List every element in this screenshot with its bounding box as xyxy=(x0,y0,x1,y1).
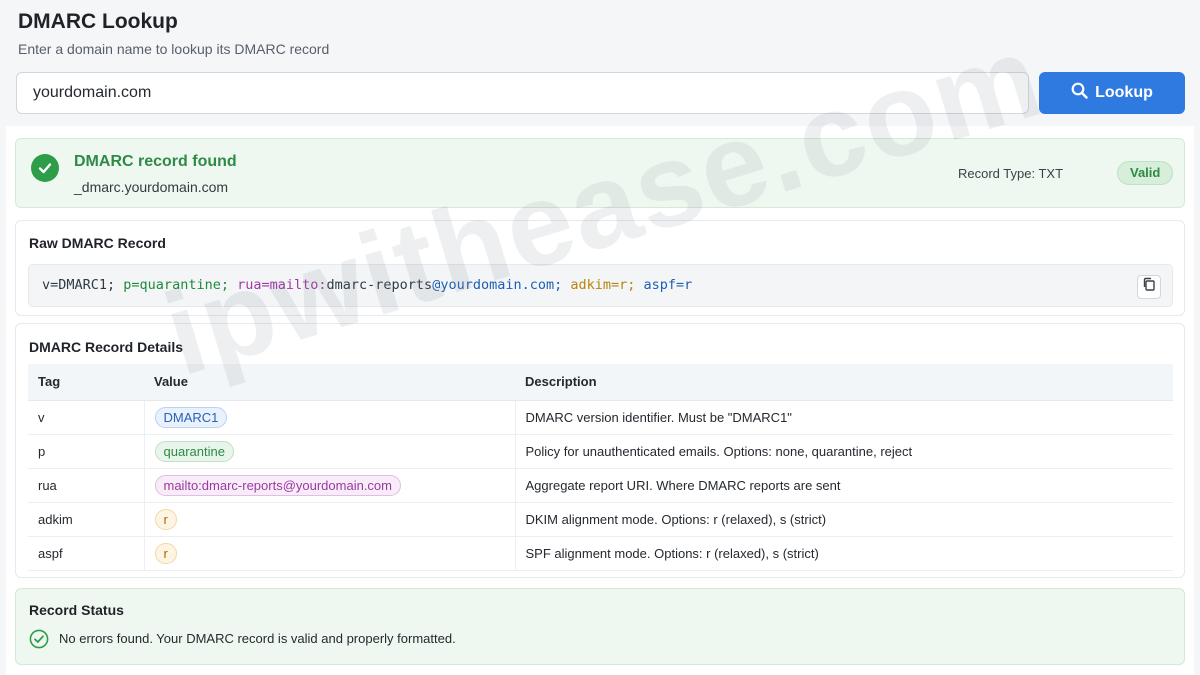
row-description: SPF alignment mode. Options: r (relaxed)… xyxy=(515,536,1173,571)
row-description: DKIM alignment mode. Options: r (relaxed… xyxy=(515,502,1173,537)
raw-token-aspf: aspf=r xyxy=(643,277,693,293)
record-details-card: DMARC Record Details Tag Value Descripti… xyxy=(15,323,1185,578)
lookup-button-label: Lookup xyxy=(1095,84,1153,101)
raw-token-rua-domain: @yourdomain.com; xyxy=(432,277,563,293)
value-pill: r xyxy=(154,508,177,530)
table-row: p quarantine Policy for unauthenticated … xyxy=(28,434,1173,469)
row-tag: aspf xyxy=(28,536,145,571)
raw-record-text[interactable]: v=DMARC1; p=quarantine; rua=mailto:dmarc… xyxy=(28,264,1173,307)
header-tag: Tag xyxy=(28,364,144,401)
status-badge: Valid xyxy=(1117,161,1174,185)
raw-token-v: v=DMARC1; xyxy=(42,277,116,293)
raw-record-card: Raw DMARC Record v=DMARC1; p=quarantine;… xyxy=(15,220,1185,316)
result-domain: _dmarc.yourdomain.com xyxy=(74,179,229,195)
table-row: v DMARC1 DMARC version identifier. Must … xyxy=(28,400,1173,435)
details-table: Tag Value Description v DMARC1 DMARC ver… xyxy=(28,364,1173,571)
copy-icon xyxy=(1142,267,1156,308)
lookup-button[interactable]: Lookup xyxy=(1039,72,1185,114)
check-circle-outline-icon xyxy=(29,629,49,654)
result-summary-card: DMARC record found _dmarc.yourdomain.com… xyxy=(15,138,1185,208)
value-pill: r xyxy=(154,542,177,564)
raw-token-rua-local: dmarc-reports xyxy=(326,277,433,293)
details-title: DMARC Record Details xyxy=(29,339,184,355)
row-description: DMARC version identifier. Must be "DMARC… xyxy=(515,400,1173,435)
page: DMARC Lookup Enter a domain name to look… xyxy=(0,0,1200,675)
table-header-row: Tag Value Description xyxy=(28,364,1173,401)
row-value-cell: mailto:dmarc-reports@yourdomain.com xyxy=(144,468,516,503)
status-message: No errors found. Your DMARC record is va… xyxy=(59,631,456,646)
domain-input[interactable] xyxy=(16,72,1029,114)
row-value-cell: DMARC1 xyxy=(144,400,516,435)
search-icon xyxy=(1071,82,1088,104)
header-value: Value xyxy=(144,364,515,401)
table-row: adkim r DKIM alignment mode. Options: r … xyxy=(28,502,1173,537)
value-pill: quarantine xyxy=(154,440,234,462)
raw-record-title: Raw DMARC Record xyxy=(29,235,166,251)
record-type-label: Record Type: TXT xyxy=(958,166,1064,181)
row-tag: rua xyxy=(28,468,145,503)
record-status-card: Record Status No errors found. Your DMAR… xyxy=(15,588,1185,665)
row-tag: p xyxy=(28,434,145,469)
value-pill: DMARC1 xyxy=(154,406,228,428)
row-description: Policy for unauthenticated emails. Optio… xyxy=(515,434,1173,469)
row-tag: adkim xyxy=(28,502,145,537)
row-tag: v xyxy=(28,400,145,435)
row-value-cell: r xyxy=(144,502,516,537)
copy-button[interactable] xyxy=(1137,275,1161,299)
row-value-cell: quarantine xyxy=(144,434,516,469)
raw-token-p: p=quarantine; xyxy=(123,277,229,293)
header-description: Description xyxy=(515,364,1173,401)
table-row: rua mailto:dmarc-reports@yourdomain.com … xyxy=(28,468,1173,503)
page-header: DMARC Lookup Enter a domain name to look… xyxy=(18,10,329,57)
raw-token-adkim: adkim=r; xyxy=(570,277,636,293)
row-value-cell: r xyxy=(144,536,516,571)
result-title: DMARC record found xyxy=(74,153,237,170)
search-row: Lookup xyxy=(16,72,1186,115)
check-circle-icon xyxy=(31,154,59,182)
value-pill: mailto:dmarc-reports@yourdomain.com xyxy=(154,474,401,496)
page-subtitle: Enter a domain name to lookup its DMARC … xyxy=(18,41,330,57)
page-title: DMARC Lookup xyxy=(18,10,178,33)
raw-token-rua-key: rua=mailto: xyxy=(237,277,327,293)
row-description: Aggregate report URI. Where DMARC report… xyxy=(515,468,1173,503)
table-row: aspf r SPF alignment mode. Options: r (r… xyxy=(28,536,1173,571)
status-title: Record Status xyxy=(29,602,124,618)
